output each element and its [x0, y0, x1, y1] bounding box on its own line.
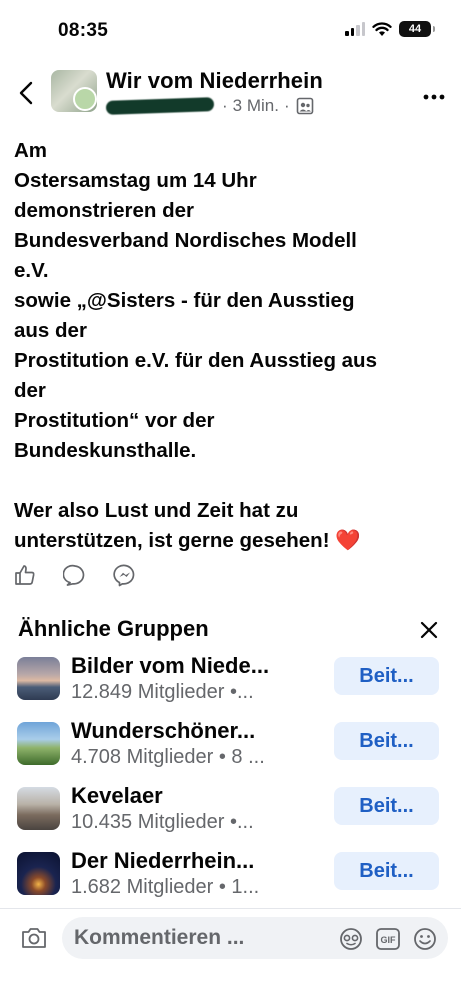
suggested-group-row[interactable]: Kevelaer 10.435 Mitglieder •... Beit... [0, 783, 461, 845]
group-thumbnail[interactable] [17, 852, 60, 895]
post-line: Wer also Lust und Zeit hat zu [14, 499, 299, 522]
battery-icon: 44 [399, 21, 435, 37]
group-name[interactable]: Wir vom Niederrhein [106, 68, 323, 94]
share-button[interactable] [112, 562, 138, 588]
emoji-icon[interactable] [412, 926, 438, 952]
group-thumbnail[interactable] [17, 657, 60, 700]
post-line: unterstützen, ist gerne gesehen! ❤️ [14, 529, 361, 552]
similar-groups-title: Ähnliche Gruppen [18, 616, 209, 641]
post-line: demonstrieren der [14, 199, 194, 222]
suggested-group-row[interactable]: Bilder vom Niede... 12.849 Mitglieder •.… [0, 653, 461, 715]
suggested-group-row[interactable]: Wunderschöner... 4.708 Mitglieder • 8 ..… [0, 718, 461, 780]
close-icon [420, 621, 438, 639]
post-line: e.V. [14, 259, 49, 282]
status-time: 08:35 [58, 20, 109, 41]
status-icons: 44 [345, 21, 435, 37]
post-blank-line [14, 466, 454, 496]
camera-button[interactable] [20, 925, 48, 951]
group-members: 1.682 Mitglieder • 1... [71, 876, 260, 898]
group-members: 10.435 Mitglieder •... [71, 811, 254, 833]
back-icon [19, 81, 33, 105]
comment-input[interactable]: Kommentieren ... GIF [62, 917, 448, 959]
post-time[interactable]: 3 Min. [233, 96, 279, 116]
post-line: aus der [14, 319, 87, 342]
comment-button[interactable] [62, 562, 88, 588]
comment-icon [63, 564, 85, 586]
messenger-share-icon [113, 564, 135, 587]
join-button[interactable]: Beit... [334, 787, 439, 825]
group-name[interactable]: Bilder vom Niede... [71, 653, 269, 679]
gif-icon[interactable]: GIF [375, 926, 401, 952]
status-bar: 08:35 44 [0, 0, 461, 60]
group-members: 12.849 Mitglieder •... [71, 681, 254, 703]
comment-bar: Kommentieren ... GIF [0, 908, 461, 1000]
back-button[interactable] [12, 76, 40, 110]
post-line: Am [14, 139, 48, 162]
join-button[interactable]: Beit... [334, 657, 439, 695]
suggested-group-row[interactable]: Der Niederrhein... 1.682 Mitglieder • 1.… [0, 848, 461, 910]
post-header: Wir vom Niederrhein · 3 Min. · [0, 64, 461, 126]
post-line: Prostitution“ vor der [14, 409, 215, 432]
redacted-author [105, 97, 215, 115]
group-avatar[interactable] [51, 70, 97, 112]
join-button[interactable]: Beit... [334, 722, 439, 760]
group-privacy-icon [296, 97, 313, 115]
like-icon [15, 565, 35, 585]
close-button[interactable] [417, 618, 441, 642]
post-text: Am Ostersamstag um 14 Uhr demonstrieren … [14, 136, 454, 556]
join-button[interactable]: Beit... [334, 852, 439, 890]
reaction-bar [12, 562, 138, 588]
post-line: Bundeskunsthalle. [14, 439, 197, 462]
camera-icon [22, 928, 46, 948]
comment-placeholder: Kommentieren ... [74, 926, 245, 949]
author-avatar[interactable] [73, 87, 97, 111]
avatar-sticker-icon[interactable] [338, 926, 364, 952]
group-thumbnail[interactable] [17, 722, 60, 765]
more-icon [423, 94, 445, 100]
like-button[interactable] [12, 562, 38, 588]
signal-icon [345, 22, 365, 36]
post-line: Prostitution e.V. für den Ausstieg aus [14, 349, 377, 372]
post-line: Ostersamstag um 14 Uhr [14, 169, 257, 192]
group-name[interactable]: Wunderschöner... [71, 718, 255, 744]
meta-separator: · [222, 96, 228, 115]
post-meta: · 3 Min. · [105, 96, 314, 116]
post-line: sowie „@Sisters - für den Ausstieg [14, 289, 355, 312]
group-name[interactable]: Kevelaer [71, 783, 163, 809]
group-thumbnail[interactable] [17, 787, 60, 830]
post-line: Bundesverband Nordisches Modell [14, 229, 357, 252]
post-line: der [14, 379, 46, 402]
wifi-icon [372, 21, 392, 36]
svg-text:GIF: GIF [381, 935, 397, 945]
meta-separator: · [283, 96, 290, 115]
group-name[interactable]: Der Niederrhein... [71, 848, 254, 874]
more-button[interactable] [423, 80, 445, 106]
group-members: 4.708 Mitglieder • 8 ... [71, 746, 265, 768]
